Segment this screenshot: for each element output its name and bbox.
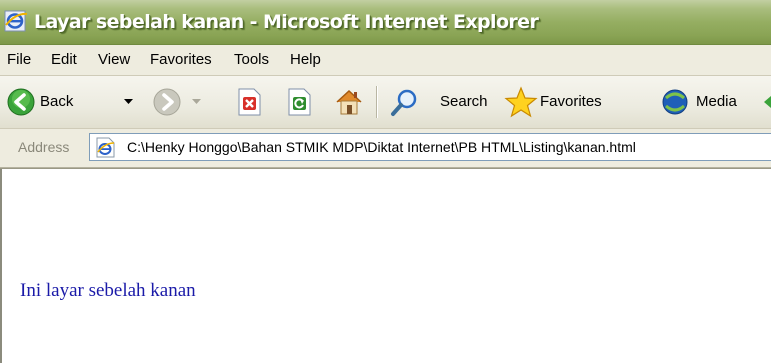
forward-arrow-icon [153, 88, 181, 116]
address-input[interactable]: C:\Henky Honggo\Bahan STMIK MDP\Diktat I… [89, 133, 771, 161]
home-button[interactable] [330, 76, 366, 128]
page-icon [96, 137, 115, 158]
menu-tools[interactable]: Tools [234, 51, 269, 69]
media-icon [662, 89, 688, 115]
title-bar[interactable]: Layar sebelah kanan - Microsoft Internet… [0, 0, 771, 45]
page-text: Ini layar sebelah kanan [20, 280, 196, 301]
menu-view[interactable]: View [98, 51, 130, 69]
history-icon[interactable] [762, 94, 771, 110]
menu-edit[interactable]: Edit [51, 51, 77, 69]
favorites-star-icon [504, 86, 538, 118]
toolbar-separator [376, 86, 378, 118]
favorites-label: Favorites [540, 93, 602, 110]
search-button[interactable]: Search [384, 76, 496, 128]
menu-favorites[interactable]: Favorites [150, 51, 212, 69]
media-label: Media [696, 93, 737, 110]
back-label: Back [40, 93, 74, 110]
search-icon [391, 89, 417, 116]
back-arrow-icon [7, 88, 35, 116]
media-button[interactable]: Media [656, 76, 756, 128]
menu-bar: File Edit View Favorites Tools Help [0, 45, 771, 76]
stop-button[interactable] [232, 76, 266, 128]
search-label: Search [440, 93, 488, 110]
standard-toolbar: Back Search Favorites Media [0, 76, 771, 129]
forward-dropdown-icon[interactable] [192, 98, 201, 105]
favorites-button[interactable]: Favorites [500, 76, 640, 128]
address-url: C:\Henky Honggo\Bahan STMIK MDP\Diktat I… [127, 139, 636, 155]
frame-border [0, 169, 771, 363]
ie-logo-icon [4, 10, 28, 32]
refresh-icon [288, 88, 311, 116]
refresh-button[interactable] [282, 76, 316, 128]
menu-help[interactable]: Help [290, 51, 321, 69]
browser-window: Layar sebelah kanan - Microsoft Internet… [0, 0, 771, 363]
forward-button[interactable] [148, 76, 208, 128]
menu-file[interactable]: File [7, 51, 31, 69]
back-dropdown-icon[interactable] [124, 98, 133, 105]
stop-icon [238, 88, 261, 116]
address-label: Address [18, 139, 70, 155]
page-content: Ini layar sebelah kanan [0, 168, 771, 363]
window-title: Layar sebelah kanan - Microsoft Internet… [34, 11, 539, 33]
back-button[interactable]: Back [0, 76, 140, 128]
home-icon [336, 89, 362, 115]
address-bar: Address C:\Henky Honggo\Bahan STMIK MDP\… [0, 129, 771, 168]
